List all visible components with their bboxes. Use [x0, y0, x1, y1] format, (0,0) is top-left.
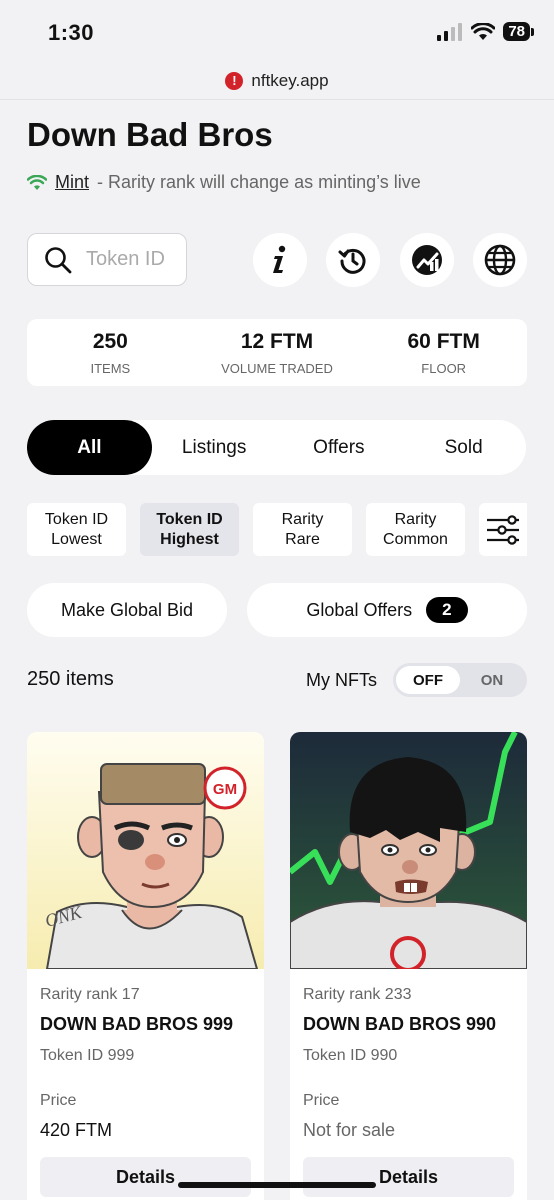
stat-label: FLOOR — [421, 361, 467, 376]
make-global-bid-button[interactable]: Make Global Bid — [27, 583, 227, 637]
token-search[interactable] — [27, 233, 187, 286]
nft-image — [290, 732, 527, 969]
toggle-off-option[interactable]: OFF — [396, 666, 460, 694]
globe-button[interactable] — [473, 233, 527, 287]
price-value: 420 FTM — [40, 1120, 113, 1140]
cellular-signal-icon — [437, 22, 463, 41]
tab-offers[interactable]: Offers — [277, 420, 402, 475]
mint-status: Mint - Rarity rank will change as mintin… — [27, 172, 421, 193]
sort-label: Rarity Rare — [282, 510, 324, 550]
listing-tabs: All Listings Offers Sold — [27, 420, 526, 475]
sort-line1: Rarity — [394, 510, 437, 528]
sort-rarity-common[interactable]: Rarity Common — [366, 503, 465, 556]
token-id: Token ID 990 — [303, 1047, 398, 1064]
page-title: Down Bad Bros — [27, 116, 273, 153]
nft-name: DOWN BAD BROS 999 — [40, 1014, 234, 1034]
status-time: 1:30 — [48, 20, 95, 45]
sort-line1: Rarity — [281, 510, 324, 528]
filter-button[interactable] — [479, 503, 527, 556]
stat-label: VOLUME TRADED — [221, 361, 333, 376]
sort-line2: Common — [383, 530, 448, 548]
token-id: Token ID 999 — [40, 1047, 135, 1064]
toggle-on-option[interactable]: ON — [460, 666, 524, 694]
history-button[interactable] — [326, 233, 380, 287]
sort-token-id-lowest[interactable]: Token ID Lowest — [27, 503, 126, 556]
wifi-status-icon — [27, 174, 47, 190]
sort-line2: Lowest — [51, 530, 102, 548]
sort-token-id-highest[interactable]: Token ID Highest — [140, 503, 239, 556]
stat-label: ITEMS — [90, 361, 131, 376]
mint-note: - Rarity rank will change as minting’s l… — [97, 172, 421, 192]
my-nfts-label: My NFTs — [306, 670, 377, 690]
sort-rarity-rare[interactable]: Rarity Rare — [253, 503, 352, 556]
search-icon — [45, 246, 72, 273]
price-value: Not for sale — [303, 1120, 396, 1140]
tab-sold[interactable]: Sold — [401, 420, 526, 475]
stat-value: 60 FTM — [407, 330, 480, 353]
rarity-rank: Rarity rank 233 — [303, 986, 412, 1003]
stat-items: 250 ITEMS — [27, 319, 194, 386]
token-id-input[interactable] — [86, 248, 176, 271]
stat-volume: 12 FTM VOLUME TRADED — [194, 319, 361, 386]
wifi-icon — [471, 22, 496, 40]
status-bar: 1:30 78 — [0, 0, 554, 62]
status-icons: 78 — [437, 22, 534, 41]
card-body: Rarity rank 17 DOWN BAD BROS 999 Token I… — [27, 969, 264, 1200]
chart-icon — [412, 245, 442, 275]
price-label: Price — [40, 1092, 77, 1109]
stat-floor: 60 FTM FLOOR — [360, 319, 527, 386]
sort-label: Token ID Lowest — [45, 510, 108, 550]
info-icon — [273, 245, 286, 273]
tab-all[interactable]: All — [27, 420, 152, 475]
global-offers-count-badge: 2 — [426, 597, 468, 623]
nft-card[interactable]: GM ONK Rarity rank 17 DOWN BAD BROS 999 … — [27, 732, 264, 1200]
make-global-bid-label: Make Global Bid — [60, 599, 194, 620]
card-body: Rarity rank 233 DOWN BAD BROS 990 Token … — [290, 969, 527, 1200]
sort-line2: Highest — [160, 530, 219, 548]
globe-icon — [484, 244, 516, 276]
rarity-rank: Rarity rank 17 — [40, 986, 140, 1003]
sort-line2: Rare — [285, 530, 320, 548]
tab-listings[interactable]: Listings — [152, 420, 277, 475]
sliders-icon — [487, 514, 519, 545]
mint-link[interactable]: Mint — [55, 172, 89, 193]
stat-value: 12 FTM — [240, 330, 314, 353]
details-button[interactable]: Details — [303, 1157, 514, 1197]
sort-label: Rarity Common — [383, 510, 448, 550]
sort-label: Token ID Highest — [156, 510, 222, 550]
url-text: nftkey.app — [251, 70, 329, 90]
nft-card[interactable]: Rarity rank 233 DOWN BAD BROS 990 Token … — [290, 732, 527, 1200]
nft-image: GM ONK — [27, 732, 264, 969]
sort-line1: Token ID — [156, 510, 223, 528]
details-button[interactable]: Details — [40, 1157, 251, 1197]
price-label: Price — [303, 1092, 340, 1109]
my-nfts-toggle[interactable]: OFF ON — [393, 663, 527, 697]
info-button[interactable] — [253, 233, 307, 287]
global-offers-label: Global Offers — [306, 599, 413, 620]
global-offers-button[interactable]: Global Offers 2 — [247, 583, 527, 637]
url-bar[interactable]: ! nftkey.app — [0, 62, 554, 100]
collection-stats: 250 ITEMS 12 FTM VOLUME TRADED 60 FTM FL… — [27, 319, 527, 386]
chart-button[interactable] — [400, 233, 454, 287]
items-count: 250 items — [27, 668, 114, 690]
nft-name: DOWN BAD BROS 990 — [303, 1014, 497, 1034]
battery-icon: 78 — [503, 22, 534, 41]
stat-value: 250 — [92, 330, 128, 353]
security-warning-icon: ! — [225, 71, 244, 90]
home-indicator — [178, 1182, 376, 1188]
sort-line1: Token ID — [44, 510, 109, 528]
history-icon — [338, 248, 366, 274]
speech-bubble-text: GM — [213, 781, 237, 798]
